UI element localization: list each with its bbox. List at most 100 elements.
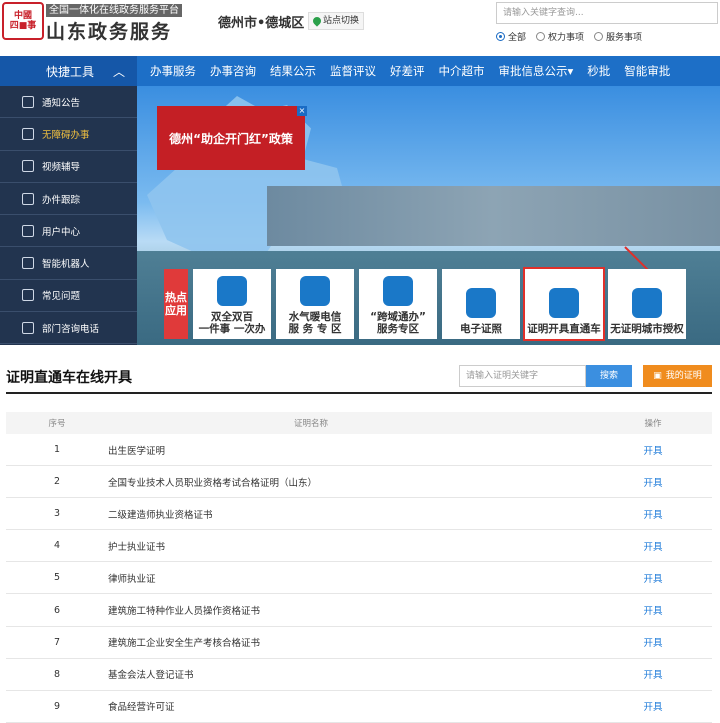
platform-subtitle: 全国一体化在线政务服务平台 — [46, 4, 182, 17]
sidebar-item-label: 视频辅导 — [42, 162, 81, 174]
certificate-name: 律师执业证 — [108, 573, 156, 585]
quick-tools-toggle[interactable]: 快捷工具 ︿ — [0, 56, 137, 86]
nav-item-services[interactable]: 办事服务 — [143, 56, 203, 86]
issue-link[interactable]: 开具 — [594, 667, 712, 681]
table-row: 4 护士执业证书 开具 — [6, 530, 712, 563]
search-button[interactable]: 搜索 — [586, 365, 632, 387]
app-no-proof-city[interactable]: 无证明城市授权 — [608, 269, 686, 339]
table-row: 9 食品经营许可证 开具 — [6, 691, 712, 723]
certificate-table: 序号 证明名称 操作 1 出生医学证明 开具 2 全国专业技术人员职业资格考试合格证明… — [6, 412, 712, 723]
nav-item-agency[interactable]: 中介超市 — [432, 56, 492, 86]
sidebar-item-label: 常见问题 — [42, 291, 81, 303]
row-number: 3 — [53, 508, 61, 520]
close-icon[interactable]: × — [297, 106, 307, 116]
issue-link[interactable]: 开具 — [594, 443, 712, 457]
sidebar-item-faq[interactable]: 常见问题 — [0, 280, 137, 313]
table-row: 7 建筑施工企业安全生产考核合格证书 开具 — [6, 627, 712, 659]
quick-tools-label: 快捷工具 — [46, 64, 95, 79]
issue-link[interactable]: 开具 — [594, 475, 712, 489]
row-number: 4 — [53, 540, 61, 552]
app-label: 电子证照 — [460, 323, 502, 335]
robot-icon — [22, 257, 34, 270]
certificate-name: 二级建造师执业资格证书 — [108, 509, 213, 521]
sidebar-item-label: 用户中心 — [42, 226, 81, 238]
column-header: 序号 — [48, 419, 66, 429]
issue-link[interactable]: 开具 — [594, 571, 712, 585]
nav-item-approval-info[interactable]: 审批信息公示▾ — [492, 56, 581, 86]
issue-link[interactable]: 开具 — [594, 507, 712, 521]
site-switch-button[interactable]: 站点切换 — [308, 12, 365, 30]
sidebar-item-track[interactable]: 办件跟踪 — [0, 183, 137, 216]
sidebar-item-accessibility[interactable]: 无障碍办事 — [0, 118, 137, 151]
sidebar-item-label: 智能机器人 — [42, 259, 90, 271]
top-search-input[interactable]: 请输入关键字查询... — [496, 2, 718, 24]
row-number: 9 — [53, 700, 61, 712]
nav-item-smart-approval[interactable]: 智能审批 — [617, 56, 677, 86]
table-row: 6 建筑施工特种作业人员操作资格证书 开具 — [6, 594, 712, 627]
app-utilities[interactable]: 水气暖电信 服 务 专 区 — [276, 269, 354, 339]
cross-region-icon — [383, 276, 413, 306]
hot-apps-label: 热点应用 — [164, 269, 188, 339]
certificate-name: 护士执业证书 — [108, 541, 166, 553]
video-icon — [22, 160, 34, 173]
accessibility-icon — [22, 127, 34, 140]
scope-all-radio[interactable]: 全部 — [496, 30, 526, 43]
certificate-name: 建筑施工特种作业人员操作资格证书 — [108, 606, 261, 618]
sidebar-item-user-center[interactable]: 用户中心 — [0, 215, 137, 248]
sidebar-item-label: 部门咨询电话 — [42, 323, 100, 335]
certificate-name: 全国专业技术人员职业资格考试合格证明（山东） — [108, 477, 318, 489]
platform-title[interactable]: 山东政务服务 — [46, 17, 172, 44]
hand-icon — [632, 288, 662, 318]
sidebar-item-phone[interactable]: 部门咨询电话 — [0, 312, 137, 345]
nav-item-consult[interactable]: 办事咨询 — [203, 56, 263, 86]
nav-item-rating[interactable]: 好差评 — [383, 56, 432, 86]
app-label: 证明开具直通车 — [527, 323, 601, 335]
radio-icon — [536, 32, 546, 41]
app-label: 双全双百 一件事 一次办 — [198, 311, 266, 335]
id-card-icon — [466, 288, 496, 318]
app-label: 水气暖电信 服 务 专 区 — [288, 311, 342, 335]
sidebar-item-video[interactable]: 视频辅导 — [0, 151, 137, 183]
app-label: 无证明城市授权 — [610, 323, 684, 335]
table-row: 5 律师执业证 开具 — [6, 562, 712, 595]
city-name: 德州市•德城区 — [218, 16, 305, 31]
issue-link[interactable]: 开具 — [594, 635, 712, 649]
scope-service-radio[interactable]: 服务事项 — [594, 30, 642, 43]
question-icon — [22, 289, 34, 302]
policy-banner[interactable]: 德州“助企开门红”政策 — [157, 106, 305, 170]
paper-plane-icon — [549, 288, 579, 318]
row-number: 7 — [53, 636, 61, 648]
certificate-search-input[interactable]: 请输入证明关键字 — [459, 365, 586, 387]
scope-power-radio[interactable]: 权力事项 — [536, 30, 584, 43]
location-pin-icon — [311, 15, 323, 27]
app-certificate-express[interactable]: 证明开具直通车 — [523, 267, 605, 341]
app-e-license[interactable]: 电子证照 — [442, 269, 520, 339]
issue-link[interactable]: 开具 — [594, 539, 712, 553]
column-header: 证明名称 — [294, 419, 329, 429]
app-label: “跨域通办” 服务专区 — [370, 311, 426, 335]
sidebar-item-notice[interactable]: 通知公告 — [0, 86, 137, 119]
app-cross-region[interactable]: “跨域通办” 服务专区 — [359, 269, 437, 339]
city-skyline — [267, 186, 720, 246]
radio-icon — [496, 32, 505, 41]
table-row: 3 二级建造师执业资格证书 开具 — [6, 498, 712, 531]
column-header: 操作 — [644, 419, 662, 429]
scope-label: 服务事项 — [606, 33, 643, 43]
cycle-icon — [217, 276, 247, 306]
logo[interactable]: 中國 四■事 — [2, 2, 44, 40]
phone-icon — [22, 321, 34, 334]
certificate-name: 出生医学证明 — [108, 445, 166, 457]
issue-link[interactable]: 开具 — [594, 699, 712, 713]
issue-link[interactable]: 开具 — [594, 603, 712, 617]
chevron-up-icon: ︿ — [112, 64, 125, 79]
nav-item-supervision[interactable]: 监督评议 — [323, 56, 383, 86]
my-certificate-button[interactable]: ▣ 我的证明 — [643, 365, 712, 387]
nav-item-instant[interactable]: 秒批 — [580, 56, 617, 86]
nav-item-results[interactable]: 结果公示 — [263, 56, 323, 86]
row-number: 8 — [53, 668, 61, 680]
app-double-hundred[interactable]: 双全双百 一件事 一次办 — [193, 269, 271, 339]
sidebar-item-label: 通知公告 — [42, 97, 81, 109]
bank-icon — [300, 276, 330, 306]
certificate-name: 建筑施工企业安全生产考核合格证书 — [108, 638, 261, 650]
sidebar-item-robot[interactable]: 智能机器人 — [0, 247, 137, 280]
